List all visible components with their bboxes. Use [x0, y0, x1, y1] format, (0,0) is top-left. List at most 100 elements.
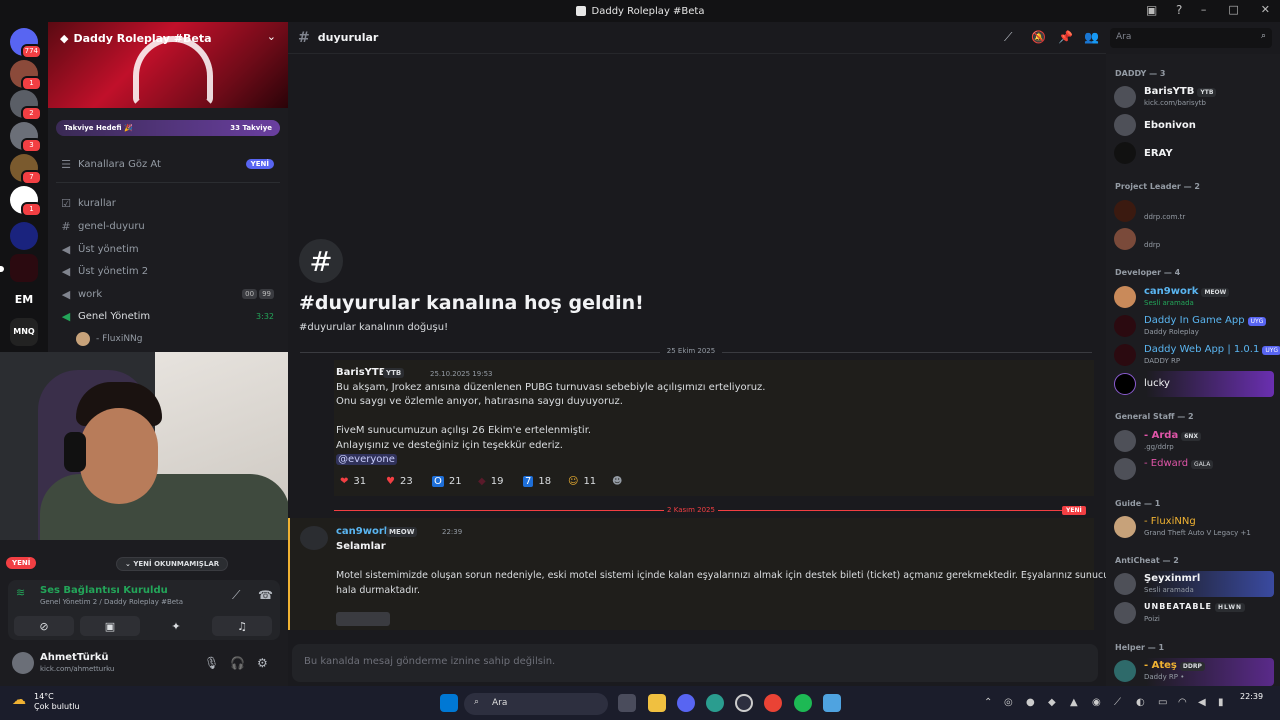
network-icon[interactable]: ▭ [1158, 697, 1167, 708]
reaction[interactable]: 7 18 [523, 472, 551, 490]
member-item[interactable]: UNBEATABLE HLWN Poizi [1114, 600, 1274, 626]
server-icon[interactable]: 1 [10, 60, 42, 91]
voice-channel-path[interactable]: Genel Yönetim 2 / Daddy Roleplay #Beta [40, 598, 183, 606]
headphones-icon[interactable]: 🎧 [230, 656, 245, 670]
browse-channels[interactable]: ☰ Kanallara Göz At YENİ [56, 154, 280, 174]
chrome-icon[interactable] [764, 694, 782, 712]
server-icon[interactable]: 7 [10, 154, 42, 185]
weather-widget[interactable]: 14°C Çok bulutlu [34, 692, 80, 712]
channel-ust-yonetim[interactable]: ◀ Üst yönetim [56, 239, 280, 259]
member-item[interactable]: lucky [1114, 371, 1274, 397]
tray-app-icon[interactable]: ◎ [1004, 697, 1013, 708]
activities-button[interactable]: ✦ [146, 616, 206, 636]
clock[interactable]: 22:39 [1240, 692, 1263, 702]
wifi-icon[interactable]: ◠ [1178, 697, 1187, 708]
search-input[interactable]: Ara ⌕ [1110, 28, 1272, 48]
member-item[interactable]: Daddy Web App | 1.0.1 UYG DADDY RP [1114, 342, 1280, 368]
microphone-icon[interactable]: 🎙 [204, 656, 219, 670]
minimize-icon[interactable]: – [1201, 3, 1207, 16]
server-icon[interactable] [10, 222, 38, 250]
chevron-down-icon[interactable]: ⌄ [267, 30, 276, 43]
message-author[interactable]: can9work [336, 526, 390, 537]
taskbar-search[interactable]: ⌕ Ara [464, 693, 608, 715]
member-item[interactable]: - Arda 6NX .gg/ddrp [1114, 428, 1274, 454]
reaction[interactable]: ❤ 31 [340, 472, 366, 490]
member-item[interactable]: - FluxiNNg Grand Theft Auto V Legacy +1 [1114, 514, 1274, 540]
reaction[interactable]: O 21 [432, 472, 462, 490]
add-reaction-button[interactable]: ☻ [612, 472, 622, 490]
reaction[interactable]: ♥ 23 [386, 472, 413, 490]
server-icon[interactable]: 1 [10, 186, 42, 217]
member-item[interactable]: ERAY [1114, 140, 1274, 166]
active-server-icon[interactable] [0, 254, 38, 282]
attachment[interactable] [336, 612, 390, 626]
member-item[interactable]: can9work MEOW Sesli aramada [1114, 284, 1274, 310]
voice-status[interactable]: Ses Bağlantısı Kuruldu [40, 585, 168, 596]
screen-share-button[interactable]: ▣ [80, 616, 140, 636]
member-item[interactable]: - Ateş DDRP Daddy RP • [1114, 658, 1274, 686]
member-item[interactable]: - Edward GALA [1114, 456, 1274, 482]
steam-icon[interactable] [735, 694, 753, 712]
channel-genel-yonetim[interactable]: ◀ Genel Yönetim 3:32 [56, 306, 280, 326]
tray-app-icon[interactable]: ⟋ [1114, 697, 1121, 708]
tray-app-icon[interactable]: ▲ [1070, 697, 1078, 708]
help-icon[interactable]: ? [1176, 3, 1182, 17]
server-icon[interactable]: MNQ [10, 318, 38, 346]
server-name[interactable]: ◆ Daddy Roleplay #Beta [60, 32, 212, 45]
tray-app-icon[interactable]: ◆ [1048, 697, 1056, 708]
member-item[interactable]: ddrp.com.tr [1114, 198, 1274, 224]
close-icon[interactable]: ✕ [1261, 3, 1270, 16]
weather-icon[interactable]: ☁ [12, 692, 26, 708]
tray-app-icon[interactable]: ◐ [1136, 697, 1145, 708]
member-item[interactable]: Ebonivon [1114, 112, 1274, 138]
threads-icon[interactable]: ⟋ [1004, 30, 1012, 45]
channel-kurallar[interactable]: ☑ kurallar [56, 193, 280, 213]
direct-messages-icon[interactable]: 774 [10, 28, 42, 59]
notepad-icon[interactable] [823, 694, 841, 712]
member-list-icon[interactable]: 👥 [1084, 30, 1099, 44]
server-icon[interactable]: 2 [10, 90, 42, 121]
battery-icon[interactable]: ▮ [1218, 697, 1224, 708]
gear-icon[interactable]: ⚙ [257, 656, 268, 670]
server-icon[interactable]: 3 [10, 122, 42, 153]
reaction[interactable]: ☺ 11 [568, 472, 596, 490]
new-unreads-pill[interactable]: ⌄ YENİ OKUNMAMIŞLAR [116, 557, 229, 571]
server-icon[interactable]: EM [10, 286, 38, 314]
signal-icon[interactable]: ≋ [16, 586, 25, 599]
maximize-icon[interactable]: □ [1228, 3, 1238, 16]
new-messages-badge[interactable]: YENİ [6, 557, 37, 569]
file-explorer-icon[interactable] [648, 694, 666, 712]
tray-expand-icon[interactable]: ⌃ [984, 697, 992, 708]
user-name[interactable]: AhmetTürkü [40, 652, 109, 663]
volume-icon[interactable]: ◀ [1198, 697, 1206, 708]
member-item[interactable]: BarisYTB YTB kick.com/barisytb [1114, 84, 1274, 110]
soundboard-button[interactable]: ♫ [212, 616, 272, 636]
reaction[interactable]: ◆ 19 [478, 472, 503, 490]
noise-suppression-icon[interactable]: ⟋ [232, 588, 240, 603]
avatar[interactable] [12, 652, 34, 674]
member-item[interactable]: Şeyxinmrl Sesli aramada [1114, 571, 1274, 597]
pin-icon[interactable]: 📌 [1058, 30, 1073, 44]
member-item[interactable]: Daddy In Game App UYG Daddy Roleplay [1114, 313, 1274, 339]
notifications-icon[interactable]: 🔕 [1031, 30, 1046, 44]
disconnect-icon[interactable]: ☎ [258, 588, 273, 602]
discord-icon[interactable] [677, 694, 695, 712]
task-view-icon[interactable] [618, 694, 636, 712]
boost-goal-bar[interactable]: Takviye Hedefi 🎉 33 Takviye [56, 120, 280, 136]
start-icon[interactable] [440, 694, 458, 712]
member-item[interactable]: ddrp [1114, 226, 1274, 252]
voice-user[interactable]: - FluxiNNg [72, 329, 296, 349]
camera-button[interactable]: ⊘ [14, 616, 74, 636]
channel-ust-yonetim-2[interactable]: ◀ Üst yönetim 2 [56, 261, 280, 281]
channel-genel-duyuru[interactable]: # genel-duyuru [56, 216, 280, 236]
everyone-mention[interactable]: @everyone [336, 454, 397, 465]
avatar[interactable] [300, 526, 328, 550]
tray-app-icon[interactable]: ◉ [1092, 697, 1101, 708]
message-author[interactable]: BarisYTB [336, 367, 386, 378]
channel-work[interactable]: ◀ work 00 99 [56, 284, 280, 304]
edge-icon[interactable] [706, 694, 724, 712]
inbox-icon[interactable]: ▣ [1146, 3, 1157, 17]
webcam-body [40, 474, 290, 540]
tray-app-icon[interactable]: ● [1026, 697, 1035, 708]
spotify-icon[interactable] [794, 694, 812, 712]
